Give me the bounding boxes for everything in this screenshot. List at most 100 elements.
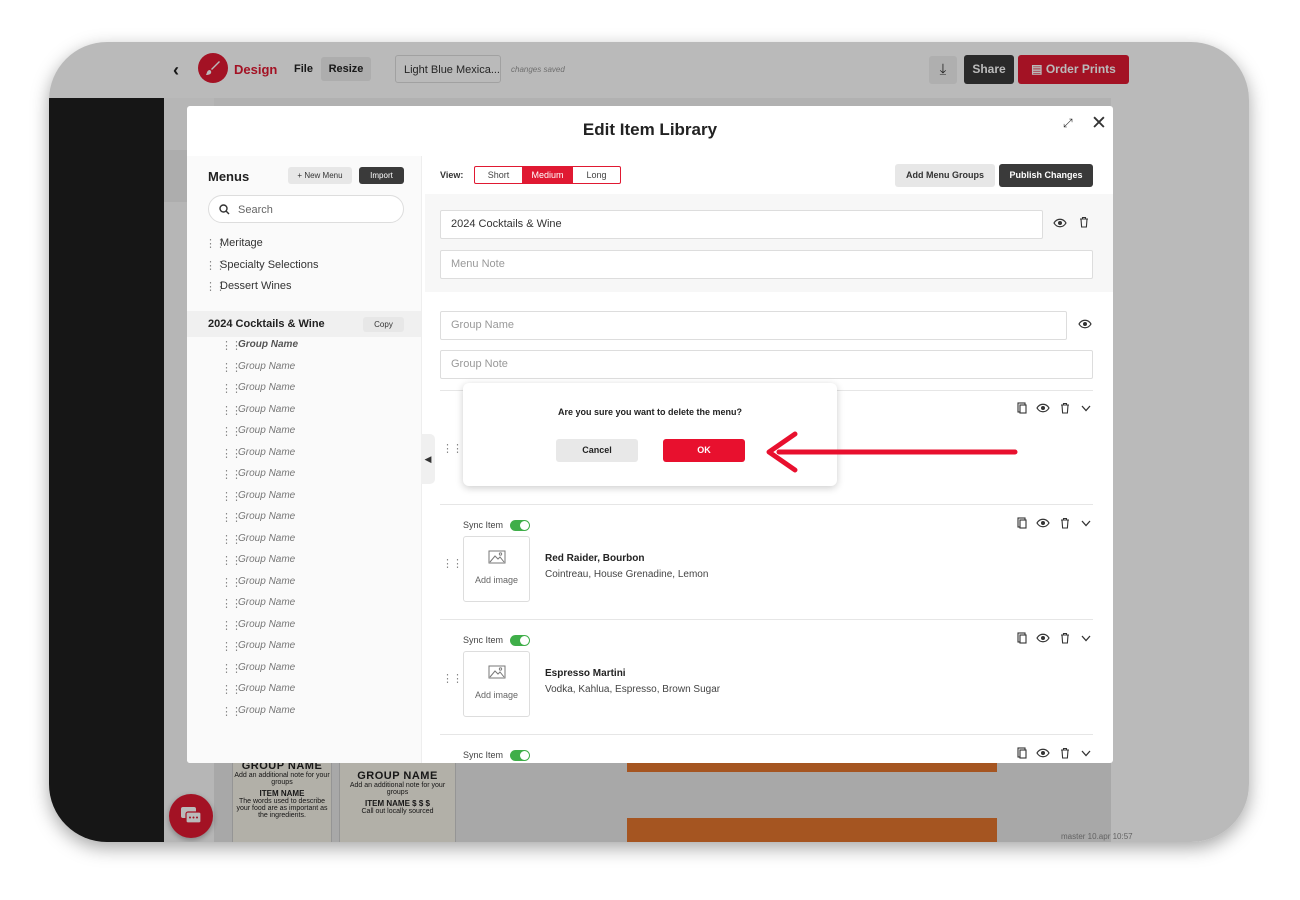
drag-handle-icon[interactable]: ⋮⋮ bbox=[205, 280, 226, 293]
close-icon[interactable]: ✕ bbox=[1091, 112, 1107, 135]
drag-handle-icon[interactable]: ⋮⋮ bbox=[221, 339, 242, 352]
item-name[interactable]: Red Raider, Bourbon bbox=[545, 553, 644, 564]
drag-handle-icon[interactable]: ⋮⋮ bbox=[221, 576, 242, 589]
trash-icon[interactable] bbox=[1060, 517, 1070, 529]
group-list-item[interactable]: ⋮⋮ Group Name bbox=[221, 382, 295, 395]
menu-name-field[interactable]: 2024 Cocktails & Wine bbox=[440, 210, 1043, 239]
group-list-item[interactable]: ⋮⋮ Group Name bbox=[221, 533, 295, 546]
add-image-button[interactable]: Add image bbox=[463, 536, 530, 602]
drag-handle-icon[interactable]: ⋮⋮ bbox=[442, 557, 463, 570]
group-list-item[interactable]: ⋮⋮ Group Name bbox=[221, 490, 295, 503]
trash-icon[interactable] bbox=[1060, 747, 1070, 759]
sync-item-label: Sync Item bbox=[463, 750, 504, 760]
ok-button[interactable]: OK bbox=[663, 439, 745, 462]
group-list-item[interactable]: ⋮⋮ Group Name bbox=[221, 662, 295, 675]
drag-handle-icon[interactable]: ⋮⋮ bbox=[221, 554, 242, 567]
drag-handle-icon[interactable]: ⋮⋮ bbox=[221, 619, 242, 632]
menu-item-dessert-wines[interactable]: ⋮⋮ Dessert Wines bbox=[205, 280, 292, 293]
drag-handle-icon[interactable]: ⋮⋮ bbox=[221, 382, 242, 395]
view-medium-option[interactable]: Medium bbox=[522, 167, 573, 183]
view-short-option[interactable]: Short bbox=[475, 167, 522, 183]
drag-handle-icon[interactable]: ⋮⋮ bbox=[221, 404, 242, 417]
copy-icon[interactable] bbox=[1017, 517, 1027, 529]
drag-handle-icon[interactable]: ⋮⋮ bbox=[221, 683, 242, 696]
drag-handle-icon[interactable]: ⋮⋮ bbox=[221, 425, 242, 438]
menu-note-field[interactable]: Menu Note bbox=[440, 250, 1093, 279]
search-box bbox=[208, 195, 404, 223]
group-list-item[interactable]: ⋮⋮ Group Name bbox=[221, 425, 295, 438]
group-list-item[interactable]: ⋮⋮ Group Name bbox=[221, 554, 295, 567]
eye-icon[interactable] bbox=[1078, 319, 1092, 329]
group-list-item[interactable]: ⋮⋮ Group Name bbox=[221, 511, 295, 524]
drag-handle-icon[interactable]: ⋮⋮ bbox=[221, 662, 242, 675]
group-note-field[interactable]: Group Note bbox=[440, 350, 1093, 379]
drag-handle-icon[interactable]: ⋮⋮ bbox=[442, 442, 463, 455]
group-list-item[interactable]: ⋮⋮ Group Name bbox=[221, 361, 295, 374]
copy-icon[interactable] bbox=[1017, 402, 1027, 414]
drag-handle-icon[interactable]: ⋮⋮ bbox=[221, 597, 242, 610]
eye-icon[interactable] bbox=[1053, 218, 1067, 228]
chevron-down-icon[interactable] bbox=[1081, 750, 1091, 757]
eye-icon[interactable] bbox=[1036, 403, 1050, 413]
group-list-item[interactable]: ⋮⋮ Group Name bbox=[221, 683, 295, 696]
drag-handle-icon[interactable]: ⋮⋮ bbox=[221, 447, 242, 460]
drag-handle-icon[interactable]: ⋮⋮ bbox=[221, 490, 242, 503]
drag-handle-icon[interactable]: ⋮⋮ bbox=[221, 468, 242, 481]
add-image-button[interactable]: Add image bbox=[463, 651, 530, 717]
eye-icon[interactable] bbox=[1036, 633, 1050, 643]
group-list-item[interactable]: ⋮⋮ Group Name bbox=[221, 468, 295, 481]
group-list-item[interactable]: ⋮⋮ Group Name bbox=[221, 619, 295, 632]
chevron-down-icon[interactable] bbox=[1081, 520, 1091, 527]
new-menu-button[interactable]: + New Menu bbox=[288, 167, 352, 184]
trash-icon[interactable] bbox=[1079, 216, 1089, 228]
import-button[interactable]: Import bbox=[359, 167, 404, 184]
drag-handle-icon[interactable]: ⋮⋮ bbox=[221, 533, 242, 546]
menu-item-specialty-selections[interactable]: ⋮⋮ Specialty Selections bbox=[205, 259, 318, 272]
trash-icon[interactable] bbox=[1060, 402, 1070, 414]
group-list-item[interactable]: ⋮⋮ Group Name bbox=[221, 705, 295, 718]
group-list-item[interactable]: ⋮⋮ Group Name bbox=[221, 640, 295, 653]
drag-handle-icon[interactable]: ⋮⋮ bbox=[221, 511, 242, 524]
group-list-item[interactable]: ⋮⋮ Group Name bbox=[221, 339, 298, 352]
expand-icon[interactable]: ⤢ bbox=[1063, 116, 1073, 131]
add-menu-groups-button[interactable]: Add Menu Groups bbox=[895, 164, 995, 187]
eye-icon[interactable] bbox=[1036, 748, 1050, 758]
trash-icon[interactable] bbox=[1060, 632, 1070, 644]
group-list-item[interactable]: ⋮⋮ Group Name bbox=[221, 447, 295, 460]
add-image-label: Add image bbox=[474, 690, 519, 700]
item-name[interactable]: Espresso Martini bbox=[545, 668, 626, 679]
cancel-button[interactable]: Cancel bbox=[556, 439, 638, 462]
publish-changes-button[interactable]: Publish Changes bbox=[999, 164, 1093, 187]
group-list-item[interactable]: ⋮⋮ Group Name bbox=[221, 597, 295, 610]
drag-handle-icon[interactable]: ⋮⋮ bbox=[221, 705, 242, 718]
drag-handle-icon[interactable]: ⋮⋮ bbox=[205, 259, 226, 272]
drag-handle-icon[interactable]: ⋮⋮ bbox=[442, 672, 463, 685]
drag-handle-icon[interactable]: ⋮⋮ bbox=[221, 361, 242, 374]
view-label: View: bbox=[440, 170, 464, 180]
sync-item-toggle[interactable] bbox=[510, 750, 530, 761]
chevron-down-icon[interactable] bbox=[1081, 635, 1091, 642]
drag-handle-icon[interactable]: ⋮⋮ bbox=[221, 640, 242, 653]
copy-button[interactable]: Copy bbox=[363, 317, 404, 332]
image-placeholder-icon bbox=[488, 550, 506, 564]
view-switcher: Short Medium Long bbox=[474, 166, 621, 184]
item-description[interactable]: Cointreau, House Grenadine, Lemon bbox=[545, 569, 708, 580]
group-list-item[interactable]: ⋮⋮ Group Name bbox=[221, 576, 295, 589]
active-menu-header[interactable]: 2024 Cocktails & Wine Copy bbox=[187, 311, 421, 337]
copy-icon[interactable] bbox=[1017, 632, 1027, 644]
copy-icon[interactable] bbox=[1017, 747, 1027, 759]
modal-title: Edit Item Library bbox=[582, 120, 718, 139]
chevron-down-icon[interactable] bbox=[1081, 405, 1091, 412]
group-name-field[interactable]: Group Name bbox=[440, 311, 1067, 340]
eye-icon[interactable] bbox=[1036, 518, 1050, 528]
group-list-item[interactable]: ⋮⋮ Group Name bbox=[221, 404, 295, 417]
search-input[interactable] bbox=[236, 201, 390, 219]
menu-item-meritage[interactable]: ⋮⋮ Meritage bbox=[205, 237, 263, 250]
sync-item-toggle[interactable] bbox=[510, 520, 530, 531]
drag-handle-icon[interactable]: ⋮⋮ bbox=[205, 237, 226, 250]
view-long-option[interactable]: Long bbox=[573, 167, 620, 183]
item-description[interactable]: Vodka, Kahlua, Espresso, Brown Sugar bbox=[545, 684, 720, 695]
screen-frame: ‹ Design File Resize Light Blue Mexica..… bbox=[49, 42, 1249, 842]
sync-item-toggle[interactable] bbox=[510, 635, 530, 646]
sync-item-label: Sync Item bbox=[463, 520, 504, 530]
